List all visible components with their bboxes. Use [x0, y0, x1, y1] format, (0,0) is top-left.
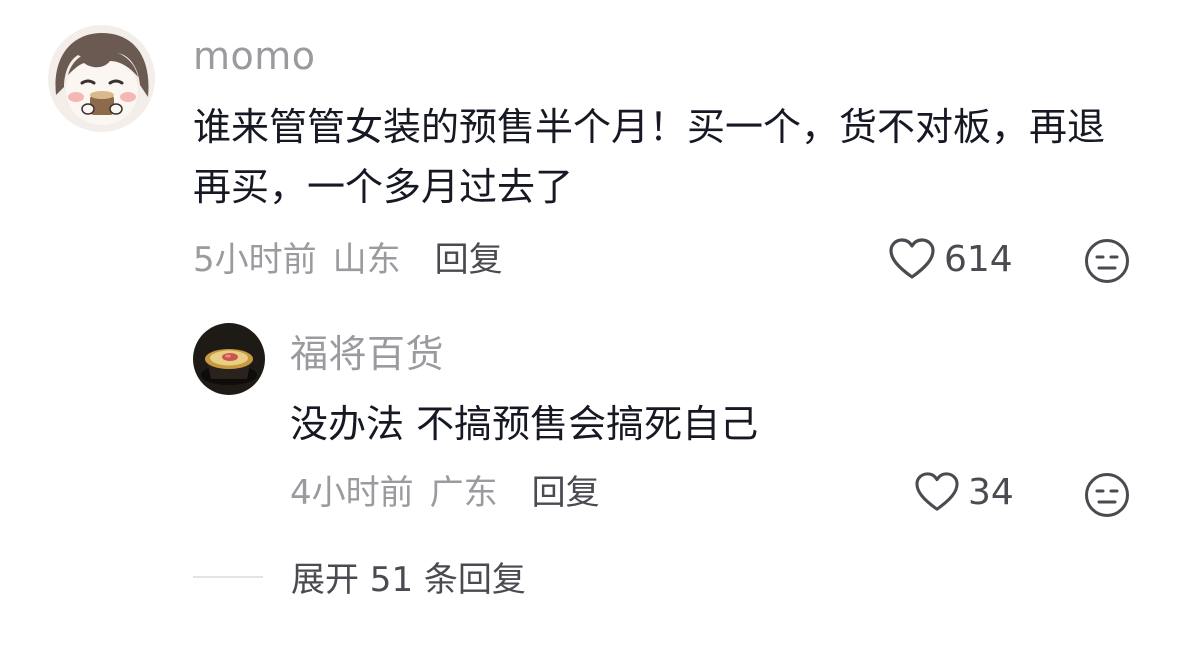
meh-face-icon [1085, 239, 1129, 283]
comment-time: 5小时前 [193, 240, 317, 280]
heart-outline-icon [915, 472, 959, 511]
reply-location: 广东 [429, 473, 498, 513]
reply-dislike-button[interactable] [1084, 472, 1130, 522]
avatar[interactable] [48, 25, 155, 132]
expand-divider [193, 575, 263, 578]
reply-meta: 4小时前 广东 回复 [290, 473, 600, 513]
reply-button[interactable]: 回复 [435, 240, 503, 280]
heart-outline-icon [889, 238, 935, 279]
reply-like-count: 34 [968, 471, 1014, 513]
like-count: 614 [944, 238, 1013, 280]
reply-reply-button[interactable]: 回复 [532, 473, 600, 513]
dislike-button[interactable] [1084, 238, 1130, 288]
meh-face-icon [1085, 473, 1129, 517]
reply-avatar[interactable] [193, 323, 265, 395]
expand-replies-row[interactable]: 展开 51 条回复 [193, 552, 526, 601]
like-button[interactable]: 614 [888, 237, 1013, 281]
expand-replies-button[interactable]: 展开 51 条回复 [291, 552, 526, 601]
reply-time: 4小时前 [290, 473, 414, 513]
comment-location: 山东 [332, 240, 401, 280]
reply-text: 没办法 不搞预售会搞死自己 [290, 402, 759, 446]
cartoon-avatar-icon [48, 25, 155, 132]
reply-username[interactable]: 福将百货 [290, 331, 444, 377]
dessert-photo-avatar-icon [193, 323, 265, 395]
comment-text: 谁来管管女装的预售半个月！买一个，货不对板，再退再买，一个多月过去了 [193, 105, 1106, 209]
comment-meta: 5小时前 山东 回复 [193, 240, 503, 280]
comment-username[interactable]: momo [193, 33, 316, 79]
reply-like-button[interactable]: 34 [914, 471, 1014, 513]
